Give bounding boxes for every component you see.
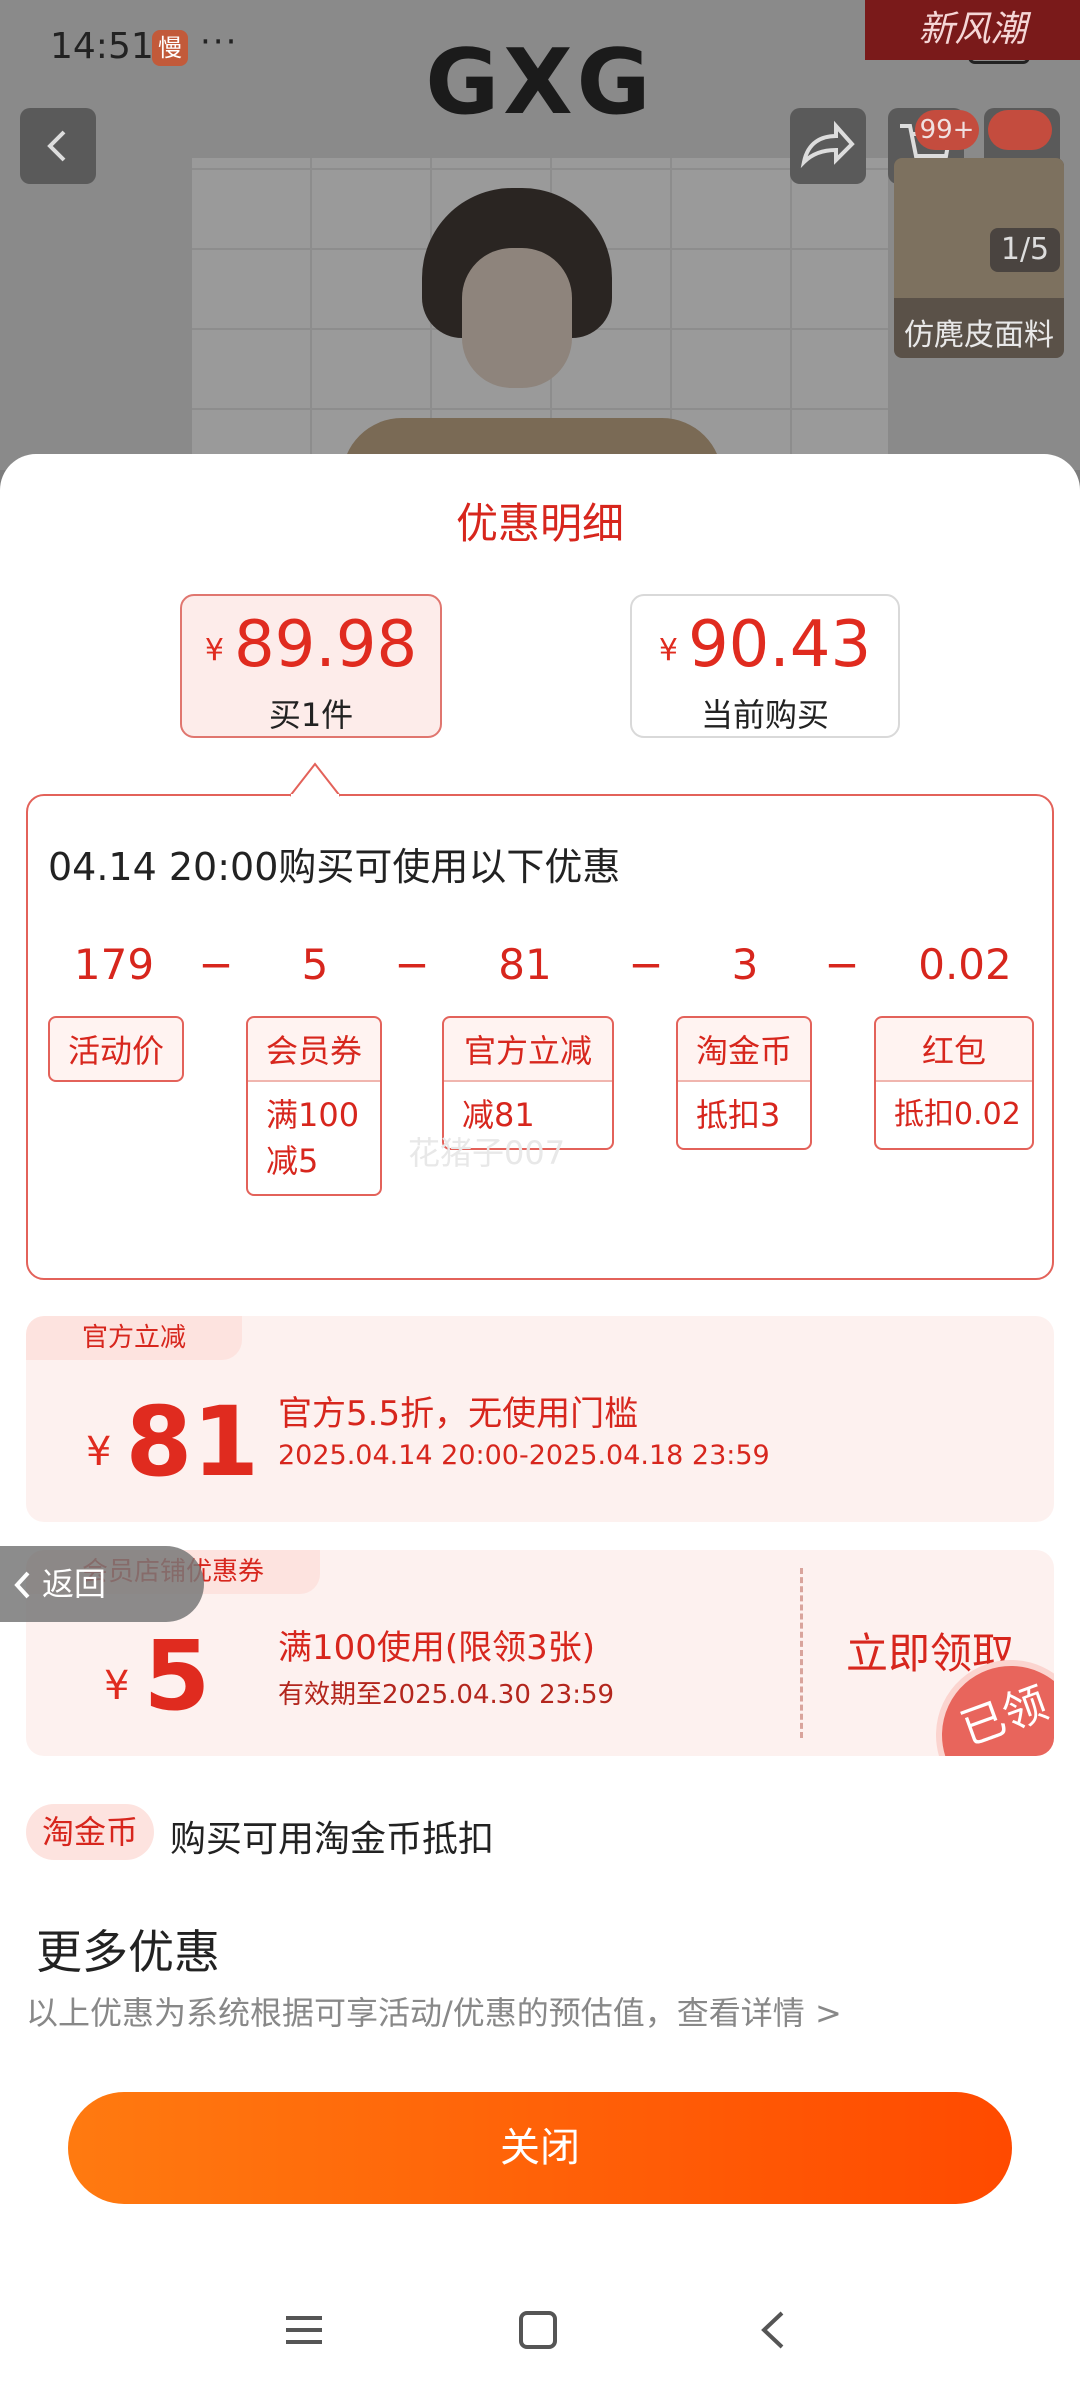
calc-value-official-discount: 81 <box>498 940 552 989</box>
tag-detail: 抵扣0.02 <box>876 1080 1032 1148</box>
coupon-description: 满100使用(限领3张) <box>278 1628 596 1668</box>
coupon-amount: ¥5 <box>104 1626 210 1736</box>
tag-title: 淘金币 <box>695 1032 792 1070</box>
tag-title: 官方立减 <box>463 1032 592 1070</box>
price-option-amount: ¥90.43 <box>632 610 898 686</box>
coupon-value: 5 <box>143 1620 211 1732</box>
close-button[interactable]: 关闭 <box>68 2092 1012 2204</box>
promo-corner-tag[interactable]: 新风潮 <box>865 0 1080 60</box>
tag-detail: 抵扣3 <box>678 1080 810 1148</box>
tag-detail: 满100 减5 <box>248 1080 380 1194</box>
taojinbi-badge: 淘金币 <box>26 1804 154 1860</box>
currency-symbol: ¥ <box>86 1429 112 1475</box>
tag-title: 红包 <box>921 1032 986 1070</box>
tag-taojinbi: 淘金币 抵扣3 <box>676 1016 812 1150</box>
menu-icon[interactable] <box>284 2310 324 2350</box>
calc-minus: − <box>394 940 430 989</box>
back-button[interactable] <box>20 108 96 184</box>
calc-minus: − <box>198 940 234 989</box>
tag-member-coupon: 会员券 满100 减5 <box>246 1016 382 1196</box>
coupon-amount: ¥81 <box>86 1392 259 1502</box>
sheet-title: 优惠明细 <box>455 499 624 548</box>
product-page-background: 14:51 慢 ··· HD 29 新风潮 GXG 99+ 1/5 仿麂皮面料 <box>0 0 1080 470</box>
currency-symbol: ¥ <box>658 633 678 668</box>
tag-red-packet: 红包 抵扣0.02 <box>874 1016 1034 1150</box>
share-button[interactable] <box>790 108 866 184</box>
user-watermark: 花猪子007 <box>408 1134 566 1172</box>
app-notification-icon: 慢 <box>152 30 188 66</box>
price-option-buy-one[interactable]: ¥89.98 买1件 <box>180 594 442 738</box>
price-option-amount: ¥89.98 <box>182 610 440 686</box>
more-icon <box>988 110 1052 150</box>
taojinbi-text: 购买可用淘金币抵扣 <box>170 1819 495 1860</box>
official-discount-card: 官方立减 ¥81 官方5.5折，无使用门槛 2025.04.14 20:00-2… <box>26 1316 1054 1522</box>
status-time: 14:51 <box>50 26 154 67</box>
calc-value-taojinbi: 3 <box>731 940 759 989</box>
price-option-label: 当前购买 <box>700 696 829 734</box>
currency-symbol: ¥ <box>104 1663 130 1709</box>
coupon-validity: 2025.04.14 20:00-2025.04.18 23:59 <box>278 1440 770 1471</box>
system-nav-bar <box>0 2270 1080 2400</box>
price-value: 90.43 <box>687 608 872 682</box>
calc-minus: − <box>824 940 860 989</box>
tag-activity-price: 活动价 <box>48 1016 184 1082</box>
back-icon <box>47 130 66 162</box>
tag-title: 活动价 <box>67 1032 164 1070</box>
coupon-validity: 有效期至2025.04.30 23:59 <box>278 1680 615 1710</box>
breakdown-heading: 04.14 20:00购买可使用以下优惠 <box>48 845 621 889</box>
calc-value-red-packet: 0.02 <box>918 940 1012 989</box>
home-icon[interactable] <box>518 2310 558 2350</box>
return-button[interactable]: 返回 <box>0 1546 204 1622</box>
share-icon <box>800 120 855 169</box>
price-value: 89.98 <box>233 608 418 682</box>
return-label: 返回 <box>42 1565 107 1603</box>
price-option-label: 买1件 <box>268 696 354 734</box>
calc-minus: − <box>628 940 664 989</box>
more-discounts-title: 更多优惠 <box>36 1925 220 1979</box>
nav-back-icon[interactable] <box>758 2310 788 2350</box>
more-notifications-icon: ··· <box>200 22 239 62</box>
coupon-value: 81 <box>125 1386 260 1498</box>
coupon-tag: 官方立减 <box>26 1316 243 1360</box>
coupon-divider <box>800 1568 803 1738</box>
cart-count-badge: 99+ <box>915 110 979 150</box>
view-details-link[interactable]: 以上优惠为系统根据可享活动/优惠的预估值，查看详情 > <box>26 1988 842 2034</box>
thumbnail-caption: 仿麂皮面料 <box>904 318 1054 353</box>
image-counter: 1/5 <box>990 228 1060 272</box>
product-hero-image[interactable] <box>192 158 888 470</box>
tag-title: 会员券 <box>265 1032 362 1070</box>
brand-logo: GXG <box>425 30 655 135</box>
chevron-left-icon <box>14 1571 30 1599</box>
coupon-description: 官方5.5折，无使用门槛 <box>278 1394 639 1434</box>
currency-symbol: ¥ <box>204 633 224 668</box>
price-option-current[interactable]: ¥90.43 当前购买 <box>630 594 900 738</box>
calc-value-member-coupon: 5 <box>301 940 329 989</box>
calc-value-activity-price: 179 <box>73 940 155 989</box>
